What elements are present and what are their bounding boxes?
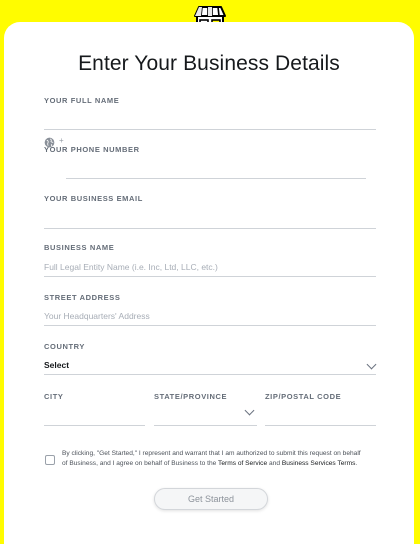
- city-field[interactable]: [44, 408, 145, 426]
- globe-icon[interactable]: [44, 137, 55, 148]
- full-name-label: YOUR FULL NAME: [44, 96, 120, 105]
- business-email-field[interactable]: [44, 211, 376, 229]
- terms-text: By clicking, "Get Started," I represent …: [62, 449, 362, 468]
- email-label: YOUR BUSINESS EMAIL: [44, 194, 143, 203]
- state-province-label: STATE/PROVINCE: [154, 392, 228, 401]
- country-label: COUNTRY: [44, 342, 86, 351]
- country-select[interactable]: Select: [44, 357, 376, 375]
- terms-end: .: [355, 459, 358, 467]
- zip-code-field[interactable]: [265, 408, 376, 426]
- page-title: Enter Your Business Details: [78, 52, 340, 75]
- terms-checkbox[interactable]: [45, 455, 55, 465]
- phone-prefix: +: [59, 136, 64, 145]
- form-card: Enter Your Business Details YOUR FULL NA…: [4, 22, 414, 544]
- zip-code-label: ZIP/POSTAL CODE: [265, 392, 342, 401]
- city-label: CITY: [44, 392, 64, 401]
- business-name-field[interactable]: Full Legal Entity Name (i.e. Inc, Ltd, L…: [44, 259, 376, 277]
- street-address-label: STREET ADDRESS: [44, 293, 121, 302]
- business-name-label: BUSINESS NAME: [44, 243, 115, 252]
- street-address-field[interactable]: Your Headquarters' Address: [44, 308, 376, 326]
- state-province-select[interactable]: [154, 408, 257, 426]
- phone-number-field[interactable]: [66, 161, 366, 179]
- business-services-terms-link[interactable]: Business Services Terms: [282, 460, 356, 467]
- terms-of-service-link[interactable]: Terms of Service: [218, 460, 267, 467]
- get-started-button[interactable]: Get Started: [154, 488, 268, 510]
- phone-label: YOUR PHONE NUMBER: [44, 145, 140, 154]
- country-select-value: Select: [44, 360, 70, 370]
- full-name-field[interactable]: [44, 112, 376, 130]
- terms-and: and: [267, 459, 282, 467]
